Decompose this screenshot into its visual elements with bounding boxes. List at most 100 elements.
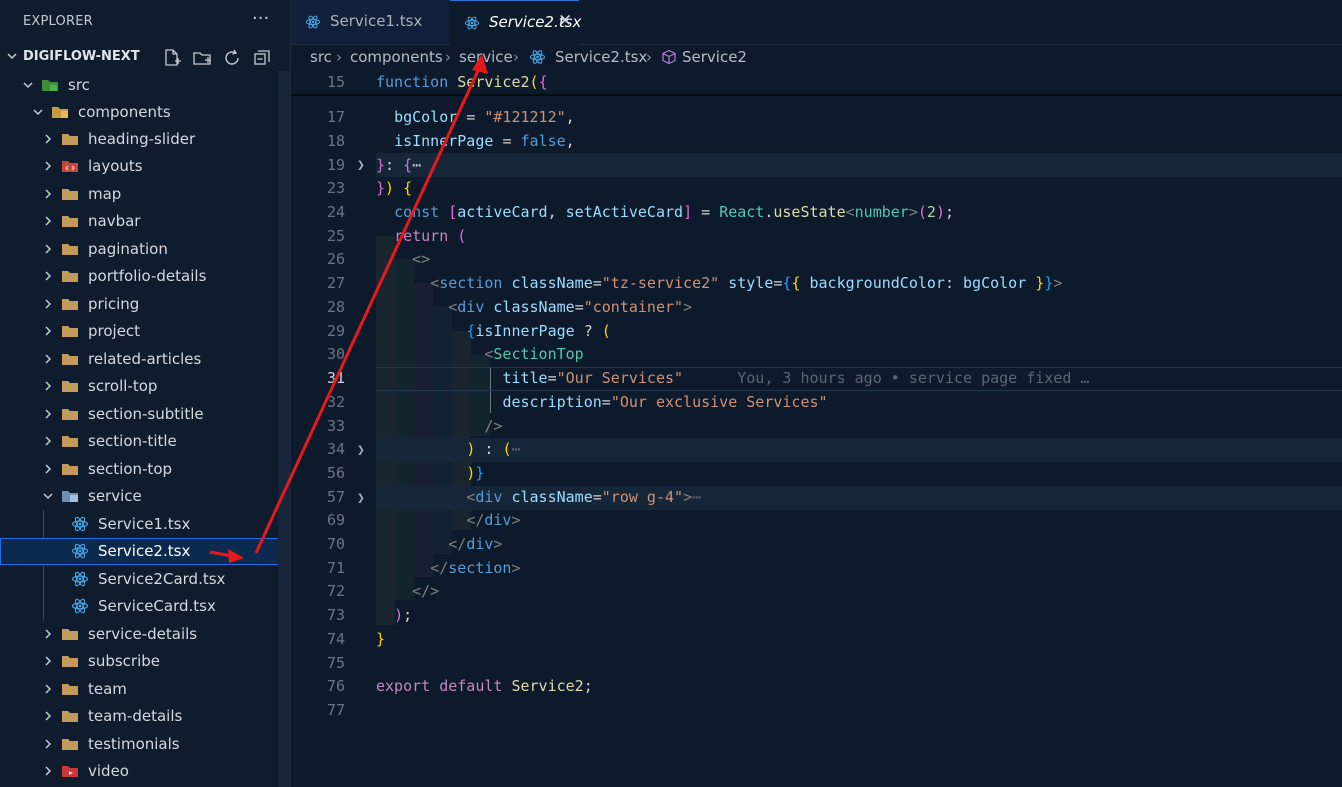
chevron-right-icon bbox=[45, 739, 52, 749]
chevron-right-icon bbox=[45, 134, 52, 144]
tree-folder-heading-slider[interactable]: heading-slider bbox=[0, 126, 290, 153]
chevron-right-icon bbox=[45, 436, 52, 446]
tree-label: components bbox=[78, 103, 171, 121]
react-icon bbox=[71, 516, 89, 532]
tab-service1[interactable]: Service1.tsx bbox=[291, 0, 449, 44]
sidebar-scrollbar[interactable] bbox=[278, 71, 290, 787]
tree-folder-layouts[interactable]: layouts bbox=[0, 153, 290, 180]
line-number: 73 bbox=[326, 606, 345, 624]
new-file-icon[interactable] bbox=[162, 48, 182, 68]
tree-folder-portfolio-details[interactable]: portfolio-details bbox=[0, 263, 290, 290]
tree-folder-pricing[interactable]: pricing bbox=[0, 291, 290, 318]
folder-icon bbox=[62, 244, 78, 255]
refresh-icon[interactable] bbox=[222, 48, 242, 68]
close-icon[interactable]: ✕ bbox=[558, 11, 572, 31]
tree-folder-testimonials[interactable]: testimonials bbox=[0, 731, 290, 758]
chevron-right-icon bbox=[45, 464, 52, 474]
fold-ellipsis[interactable]: ⋯ bbox=[412, 156, 421, 174]
tree-file-service2card[interactable]: Service2Card.tsx bbox=[0, 566, 290, 593]
tab-bar: Service1.tsx Service2.tsx ✕ bbox=[291, 0, 1342, 45]
chevron-right-icon bbox=[45, 409, 52, 419]
tree-file-servicecard[interactable]: ServiceCard.tsx bbox=[0, 593, 290, 620]
folder-icon bbox=[62, 326, 78, 337]
code-line: }: {⋯ bbox=[376, 156, 422, 174]
tree-label: Service2Card.tsx bbox=[98, 570, 226, 588]
tree-folder-pagination[interactable]: pagination bbox=[0, 236, 290, 263]
code-editor[interactable]: 15 17 18 19 23 24 25 26 27 28 29 30 31 3… bbox=[291, 70, 1342, 787]
folder-icon bbox=[62, 656, 78, 667]
folded-line-highlight bbox=[376, 438, 1342, 462]
code-line: } bbox=[376, 630, 386, 648]
chevron-down-icon bbox=[43, 493, 53, 500]
tree-folder-subscribe[interactable]: subscribe bbox=[0, 648, 290, 675]
tree-label: team-details bbox=[88, 707, 183, 725]
tab-label: Service1.tsx bbox=[330, 12, 423, 30]
line-number: 34 bbox=[326, 440, 345, 458]
tree-folder-team-details[interactable]: team-details bbox=[0, 703, 290, 730]
line-number: 57 bbox=[326, 488, 345, 506]
tree-folder-video[interactable]: video bbox=[0, 758, 290, 785]
tree-file-service2[interactable]: Service2.tsx bbox=[0, 538, 288, 565]
react-icon bbox=[71, 598, 89, 614]
line-number: 32 bbox=[326, 393, 345, 411]
line-number: 17 bbox=[326, 108, 345, 126]
folder-icon bbox=[62, 134, 78, 145]
tree-folder-map[interactable]: map bbox=[0, 181, 290, 208]
react-icon bbox=[71, 543, 89, 559]
react-icon bbox=[71, 571, 89, 587]
tree-folder-project[interactable]: project bbox=[0, 318, 290, 345]
tree-folder-team[interactable]: team bbox=[0, 676, 290, 703]
fold-chevron-icon[interactable]: ❯ bbox=[357, 443, 365, 458]
tree-folder-related-articles[interactable]: related-articles bbox=[0, 346, 290, 373]
project-root[interactable]: DIGIFLOW-NEXT bbox=[0, 44, 290, 71]
tree-folder-components[interactable]: components bbox=[0, 99, 290, 126]
fold-ellipsis[interactable]: ⋯ bbox=[511, 440, 520, 458]
tree-folder-service[interactable]: service bbox=[0, 483, 290, 510]
tree-label: service bbox=[88, 487, 142, 505]
tree-label: subscribe bbox=[88, 652, 160, 670]
folder-icon bbox=[62, 354, 78, 365]
tree-folder-section-title[interactable]: section-title bbox=[0, 428, 290, 455]
explorer-title: EXPLORER bbox=[23, 14, 93, 29]
line-number: 71 bbox=[326, 559, 345, 577]
fold-ellipsis[interactable]: ⋯ bbox=[692, 488, 701, 506]
react-icon bbox=[464, 16, 480, 30]
breadcrumb-src[interactable]: src bbox=[310, 48, 332, 66]
tree-folder-section-top[interactable]: section-top bbox=[0, 456, 290, 483]
fold-chevron-icon[interactable]: ❯ bbox=[357, 491, 365, 506]
folder-icon bbox=[62, 299, 78, 310]
folder-icon bbox=[62, 629, 78, 640]
folder-icon bbox=[62, 216, 78, 227]
line-number: 18 bbox=[326, 132, 345, 150]
code-line: <div className="row g-4">⋯ bbox=[466, 488, 702, 506]
tree-label: service-details bbox=[88, 625, 198, 643]
new-folder-icon[interactable] bbox=[192, 48, 212, 68]
chevron-right-icon bbox=[45, 381, 52, 391]
line-number: 74 bbox=[326, 630, 345, 648]
chevron-right-icon bbox=[45, 299, 52, 309]
breadcrumb-file[interactable]: Service2.tsx bbox=[555, 48, 647, 66]
line-number: 29 bbox=[326, 322, 345, 340]
fold-chevron-icon[interactable]: ❯ bbox=[357, 158, 365, 173]
tree-label: pagination bbox=[88, 240, 168, 258]
breadcrumb-separator: › bbox=[646, 48, 652, 66]
line-number: 33 bbox=[326, 417, 345, 435]
code-line: </section> bbox=[430, 559, 521, 577]
tree-folder-service-details[interactable]: service-details bbox=[0, 621, 290, 648]
breadcrumb-service[interactable]: service bbox=[459, 48, 513, 66]
breadcrumb-symbol[interactable]: Service2 bbox=[682, 48, 747, 66]
more-actions-icon[interactable]: ··· bbox=[252, 8, 269, 29]
chevron-right-icon bbox=[45, 711, 52, 721]
tree-folder-src[interactable]: src bbox=[0, 72, 290, 99]
chevron-right-icon bbox=[45, 161, 52, 171]
tree-folder-scroll-top[interactable]: scroll-top bbox=[0, 373, 290, 400]
chevron-right-icon bbox=[45, 326, 52, 336]
breadcrumb-components[interactable]: components bbox=[350, 48, 443, 66]
tree-file-service1[interactable]: Service1.tsx bbox=[0, 511, 290, 538]
collapse-all-icon[interactable] bbox=[252, 48, 272, 68]
tree-folder-navbar[interactable]: navbar bbox=[0, 208, 290, 235]
tree-folder-section-subtitle[interactable]: section-subtitle bbox=[0, 401, 290, 428]
code-line: ) : (⋯ bbox=[466, 440, 521, 458]
line-number: 24 bbox=[326, 203, 345, 221]
tab-service2[interactable]: Service2.tsx ✕ bbox=[450, 0, 581, 45]
